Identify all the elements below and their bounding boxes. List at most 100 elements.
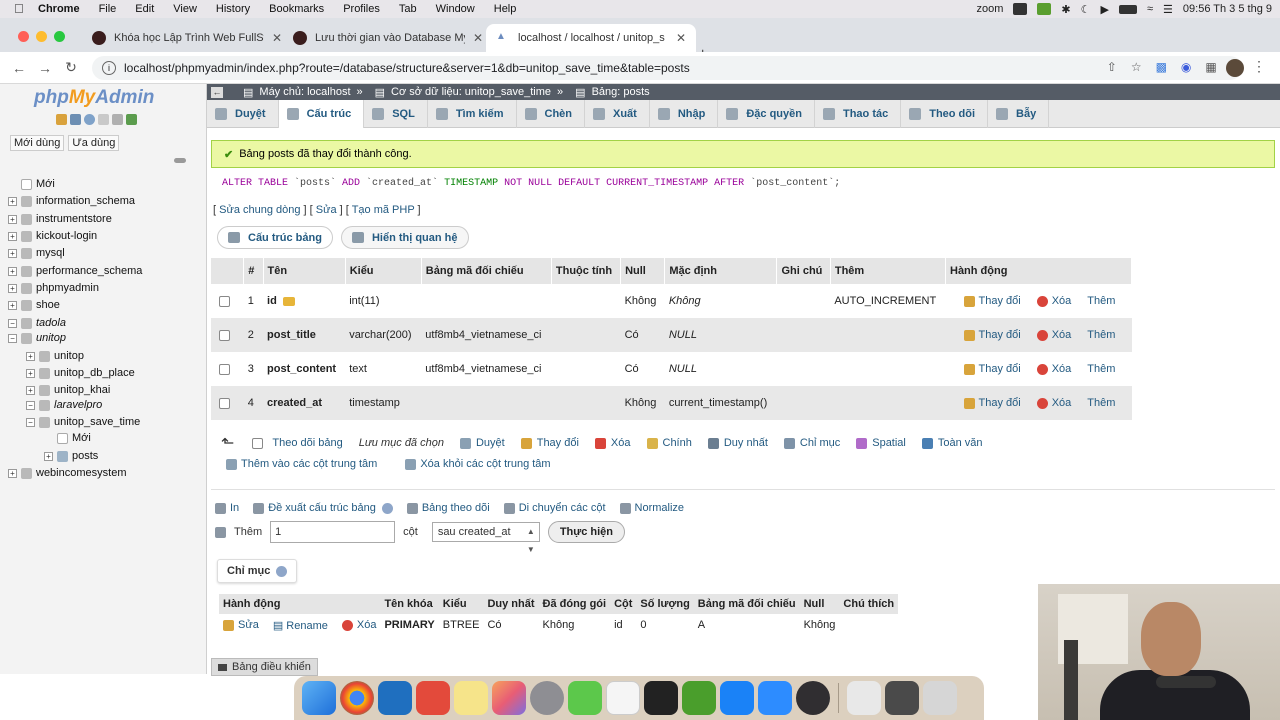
row-checkbox[interactable]: [219, 363, 230, 375]
row-select[interactable]: [211, 318, 244, 352]
bulk-xóa-button[interactable]: Xóa: [594, 437, 631, 449]
check-all-checkbox[interactable]: [252, 437, 264, 449]
sidebar-item-label[interactable]: unitop: [36, 332, 66, 344]
expand-icon[interactable]: +: [8, 266, 17, 276]
tab-sql[interactable]: SQL: [364, 99, 428, 128]
change-button[interactable]: Thay đổi: [963, 329, 1021, 341]
sidebar-item-label[interactable]: unitop_db_place: [54, 367, 135, 379]
sidebar-item-unitop[interactable]: − unitop: [8, 330, 66, 346]
help-icon[interactable]: [84, 114, 95, 125]
zoom-status[interactable]: zoom: [977, 3, 1004, 15]
drop-button[interactable]: Xóa: [1036, 329, 1071, 341]
column-name-text[interactable]: created_at: [267, 397, 322, 409]
create-php-link[interactable]: Tạo mã PHP: [352, 204, 415, 216]
sidebar-item-label[interactable]: unitop_save_time: [54, 416, 140, 428]
favorite-tab[interactable]: Ưa dùng: [68, 135, 120, 151]
drop-button[interactable]: Xóa: [1036, 397, 1071, 409]
close-window-button[interactable]: [18, 31, 29, 42]
toggle-icon[interactable]: [568, 681, 602, 715]
tab-xuất[interactable]: Xuất: [585, 99, 650, 128]
bulk-thay-đổi-button[interactable]: Thay đổi: [520, 437, 579, 449]
phpmyadmin-logo[interactable]: phpMyAdmin: [34, 87, 154, 109]
share-icon[interactable]: ⇧: [1107, 60, 1117, 74]
track-table-link[interactable]: Bảng theo dõi: [406, 502, 490, 514]
play-icon[interactable]: ▶: [1101, 3, 1109, 16]
bulk-chỉ-mục-button[interactable]: Chỉ mục: [783, 437, 840, 449]
sidebar-item-shoe[interactable]: + shoe: [8, 297, 60, 313]
row-select[interactable]: [211, 284, 244, 318]
minimize-window-button[interactable]: [36, 31, 47, 42]
sidebar-item-information-schema[interactable]: + information_schema: [8, 193, 135, 209]
expand-icon[interactable]: −: [26, 400, 35, 410]
row-checkbox[interactable]: [219, 397, 230, 409]
sidebar-item-instrumentstore[interactable]: + instrumentstore: [8, 211, 112, 227]
translate-icon[interactable]: ▩: [1156, 60, 1167, 74]
column-name[interactable]: post_title: [263, 318, 346, 352]
normalize-link[interactable]: Normalize: [619, 502, 684, 514]
sidebar-item-mysql[interactable]: + mysql: [8, 245, 65, 261]
tab-nhập[interactable]: Nhập: [650, 99, 719, 128]
position-select[interactable]: sau created_at ▲ ▼: [431, 522, 540, 554]
sidebar-item-laravelpro[interactable]: − laravelpro: [26, 397, 102, 413]
tab-thao-tác[interactable]: Thao tác: [815, 99, 902, 128]
sidebar-item-m-i[interactable]: Mới: [44, 430, 91, 446]
link-with-main-icon[interactable]: [174, 158, 186, 163]
expand-icon[interactable]: −: [8, 318, 17, 328]
chrome-menu-icon[interactable]: ⋮: [1252, 58, 1266, 75]
expand-icon[interactable]: +: [26, 351, 35, 361]
control-center-icon[interactable]: ☰: [1163, 3, 1173, 16]
breadcrumb-database[interactable]: Cơ sở dữ liệu: unitop_save_time: [391, 86, 551, 98]
row-checkbox[interactable]: [219, 295, 230, 307]
check-all[interactable]: Theo dõi bảng: [252, 437, 343, 449]
vscode-icon[interactable]: [378, 681, 412, 715]
notion-icon[interactable]: [606, 681, 640, 715]
expand-icon[interactable]: +: [8, 300, 17, 310]
bulk-toàn-văn-button[interactable]: Toàn văn: [921, 437, 983, 449]
expand-icon[interactable]: +: [8, 196, 17, 206]
expand-icon[interactable]: −: [8, 333, 17, 343]
change-button[interactable]: Thay đổi: [963, 363, 1021, 375]
screen-icon[interactable]: [1013, 3, 1028, 15]
extension-z-icon[interactable]: ◉: [1181, 60, 1191, 74]
expand-icon[interactable]: +: [26, 368, 35, 378]
obs-icon[interactable]: [796, 681, 830, 715]
column-name[interactable]: id: [263, 284, 346, 318]
sidebar-item-webincomesystem[interactable]: + webincomesystem: [8, 465, 126, 481]
sidebar-item-label[interactable]: posts: [72, 450, 98, 462]
tab-đặc-quyền[interactable]: Đặc quyền: [718, 99, 815, 128]
expand-icon[interactable]: +: [8, 248, 17, 258]
logout-icon[interactable]: [70, 114, 81, 125]
bulk-spatial-button[interactable]: Spatial: [856, 437, 906, 449]
more-button[interactable]: Thêm: [1087, 397, 1115, 409]
preview-icon[interactable]: [847, 681, 881, 715]
move-columns-link[interactable]: Di chuyển các cột: [503, 502, 606, 514]
sidebar-item-label[interactable]: phpmyadmin: [36, 282, 99, 294]
tab-duyệt[interactable]: Duyệt: [207, 99, 279, 128]
add-central-columns-button[interactable]: Thêm vào các cột trung tâm: [226, 458, 377, 470]
moon-icon[interactable]: ☾: [1081, 3, 1091, 16]
index-drop-action[interactable]: Xóa: [331, 614, 381, 636]
add-count-input[interactable]: 1: [270, 521, 396, 543]
tab-chèn[interactable]: Chèn: [517, 99, 585, 128]
menu-file[interactable]: File: [99, 3, 117, 15]
column-name[interactable]: post_content: [263, 352, 346, 386]
browser-tab-3[interactable]: ▲ localhost / localhost / unitop_s ✕: [486, 24, 697, 52]
sidebar-item-unitop[interactable]: + unitop: [26, 348, 84, 364]
sidebar-item-label[interactable]: laravelpro: [54, 399, 102, 411]
expand-icon[interactable]: [8, 180, 17, 189]
print-link[interactable]: In: [215, 502, 239, 514]
v-app-icon[interactable]: [1037, 3, 1052, 15]
go-button[interactable]: Thực hiện: [547, 521, 626, 543]
drop-button[interactable]: Xóa: [1036, 363, 1071, 375]
sidebar-item-unitop-save-time[interactable]: − unitop_save_time: [26, 414, 140, 430]
home-icon[interactable]: [56, 114, 67, 125]
more-button[interactable]: Thêm: [1087, 363, 1115, 375]
menu-bookmarks[interactable]: Bookmarks: [269, 3, 324, 15]
expand-icon[interactable]: +: [8, 283, 17, 293]
breadcrumb-table[interactable]: Bảng: posts: [592, 86, 650, 98]
screenshot-icon[interactable]: [885, 681, 919, 715]
expand-icon[interactable]: −: [26, 417, 35, 427]
reload-icon[interactable]: ↻: [58, 59, 84, 76]
tab-relation-view[interactable]: Hiển thị quan hệ: [340, 226, 469, 249]
maximize-window-button[interactable]: [54, 31, 65, 42]
